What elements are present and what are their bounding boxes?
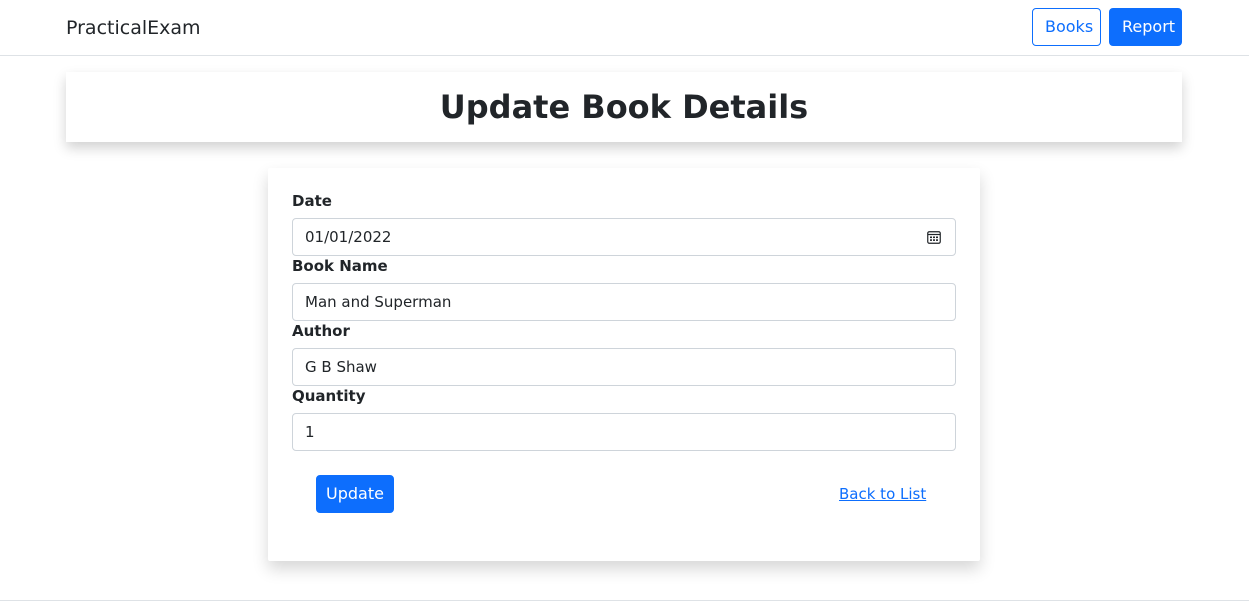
book-name-value: Man and Superman	[305, 293, 452, 311]
author-value: G B Shaw	[305, 358, 377, 376]
report-button[interactable]: Report	[1109, 8, 1182, 46]
calendar-icon[interactable]	[927, 230, 941, 244]
books-button[interactable]: Books	[1032, 8, 1101, 46]
date-label: Date	[292, 192, 332, 210]
update-button[interactable]: Update	[316, 475, 394, 513]
brand-link[interactable]: PracticalExam	[66, 15, 201, 41]
book-name-field[interactable]: Man and Superman	[292, 283, 956, 321]
author-label: Author	[292, 322, 350, 340]
page-title: Update Book Details	[439, 88, 809, 126]
page-title-card: Update Book Details	[66, 72, 1182, 142]
date-field[interactable]: 01/01/2022	[292, 218, 956, 256]
update-form: Date 01/01/2022 Book Name Man and Superm…	[268, 168, 980, 561]
footer-divider	[0, 600, 1249, 601]
author-field[interactable]: G B Shaw	[292, 348, 956, 386]
quantity-field[interactable]: 1	[292, 413, 956, 451]
back-to-list-link[interactable]: Back to List	[839, 484, 926, 504]
book-name-label: Book Name	[292, 257, 388, 275]
navbar: PracticalExam Books Report	[0, 0, 1249, 56]
quantity-label: Quantity	[292, 387, 366, 405]
date-value: 01/01/2022	[305, 228, 392, 246]
quantity-value: 1	[305, 423, 315, 441]
